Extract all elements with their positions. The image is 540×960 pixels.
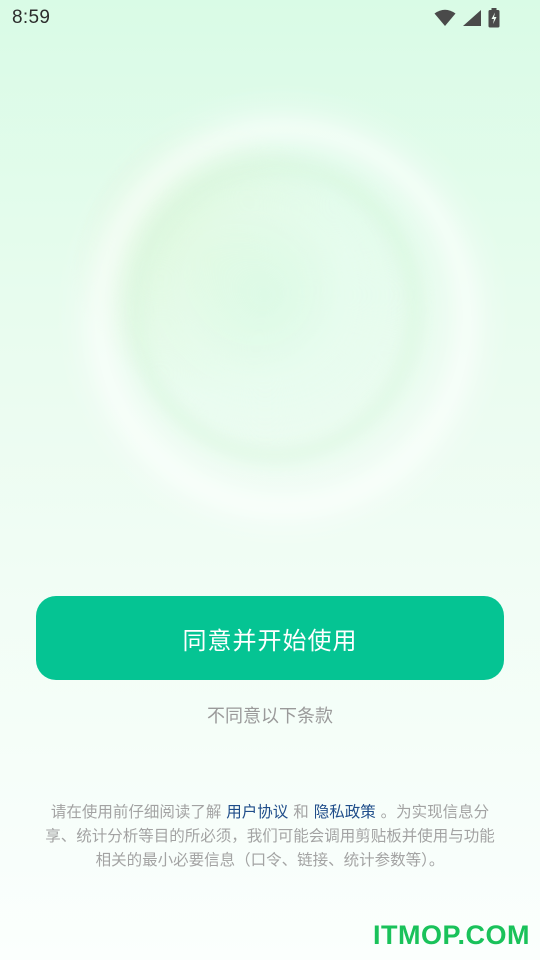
cellular-signal-icon <box>463 10 481 26</box>
privacy-notice: 请在使用前仔细阅读了解 用户协议 和 隐私政策 。为实现信息分享、统计分析等目的… <box>38 800 502 872</box>
notice-prefix: 请在使用前仔细阅读了解 <box>50 803 222 821</box>
splash-swirl-inner-ring <box>130 160 420 460</box>
disagree-terms-link[interactable]: 不同意以下条款 <box>0 702 540 728</box>
privacy-policy-link[interactable]: 隐私政策 <box>314 803 376 821</box>
user-agreement-link[interactable]: 用户协议 <box>226 803 288 821</box>
notice-and: 和 <box>293 803 309 821</box>
status-icons <box>434 8 500 28</box>
site-watermark: ITMOP.COM <box>372 920 530 950</box>
battery-charging-icon <box>488 8 500 28</box>
agree-and-start-button[interactable]: 同意并开始使用 <box>36 596 504 680</box>
status-bar: 8:59 <box>0 0 540 38</box>
wifi-icon <box>434 9 456 26</box>
status-time: 8:59 <box>12 7 51 28</box>
